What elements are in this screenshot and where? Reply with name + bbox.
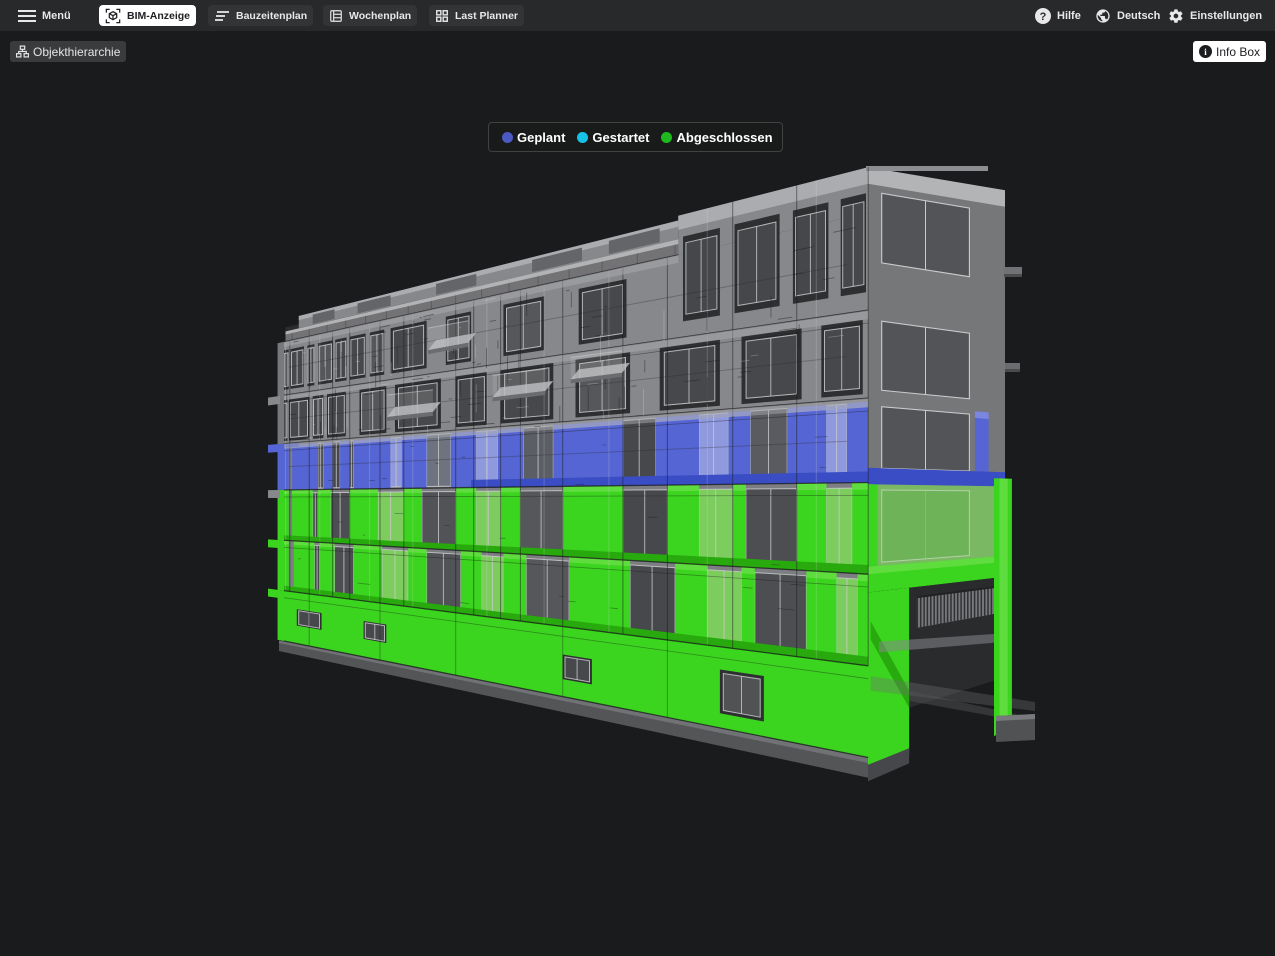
svg-text:?: ? (1040, 11, 1047, 23)
